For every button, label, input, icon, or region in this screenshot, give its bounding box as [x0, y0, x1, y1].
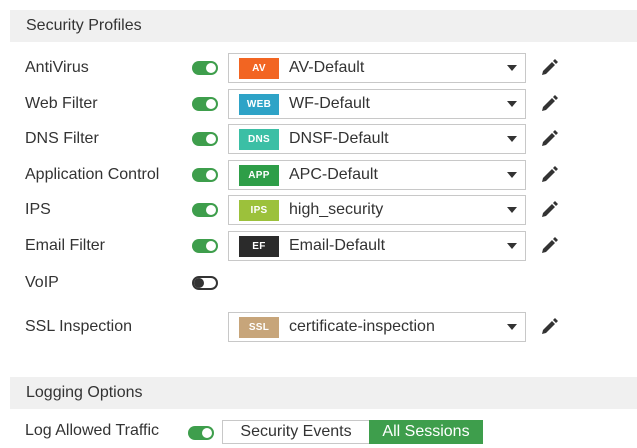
toggle-knob — [206, 99, 216, 109]
profile-label: AntiVirus — [25, 59, 89, 76]
caret-down-icon — [507, 172, 517, 178]
profile-label: Web Filter — [25, 95, 98, 112]
pencil-icon[interactable] — [538, 93, 560, 115]
profile-label: IPS — [25, 201, 51, 218]
ssl-inspection-profile-select[interactable]: SSL certificate-inspection — [228, 312, 526, 342]
dns-badge: DNS — [239, 129, 279, 150]
ips-toggle[interactable] — [192, 203, 218, 217]
profile-label: VoIP — [25, 274, 59, 291]
profile-row-antivirus: AntiVirus AV AV-Default — [0, 51, 637, 85]
caret-down-icon — [507, 101, 517, 107]
pencil-icon[interactable] — [538, 199, 560, 221]
select-value: DNSF-Default — [289, 130, 389, 147]
pencil-icon[interactable] — [538, 316, 560, 338]
ips-profile-select[interactable]: IPS high_security — [228, 195, 526, 225]
profile-row-voip: VoIP — [0, 266, 637, 300]
ssl-badge: SSL — [239, 317, 279, 338]
caret-down-icon — [507, 243, 517, 249]
app-badge: APP — [239, 165, 279, 186]
dns-filter-profile-select[interactable]: DNS DNSF-Default — [228, 124, 526, 154]
caret-down-icon — [507, 65, 517, 71]
ips-badge: IPS — [239, 200, 279, 221]
toggle-knob — [202, 428, 212, 438]
all-sessions-option[interactable]: All Sessions — [369, 420, 483, 444]
dns-filter-toggle[interactable] — [192, 132, 218, 146]
security-profiles-header: Security Profiles — [10, 10, 637, 42]
pencil-icon[interactable] — [538, 235, 560, 257]
caret-down-icon — [507, 324, 517, 330]
email-filter-profile-select[interactable]: EF Email-Default — [228, 231, 526, 261]
profile-row-application-control: Application Control APP APC-Default — [0, 158, 637, 192]
antivirus-profile-select[interactable]: AV AV-Default — [228, 53, 526, 83]
toggle-knob — [206, 134, 216, 144]
application-control-toggle[interactable] — [192, 168, 218, 182]
pencil-icon[interactable] — [538, 128, 560, 150]
profile-row-ips: IPS IPS high_security — [0, 193, 637, 227]
select-value: Email-Default — [289, 237, 386, 254]
profile-label: SSL Inspection — [25, 318, 133, 335]
web-filter-profile-select[interactable]: WEB WF-Default — [228, 89, 526, 119]
caret-down-icon — [507, 207, 517, 213]
profile-label: Application Control — [25, 166, 160, 183]
voip-toggle[interactable] — [192, 276, 218, 290]
antivirus-toggle[interactable] — [192, 61, 218, 75]
profile-label: DNS Filter — [25, 130, 99, 147]
profile-row-dns-filter: DNS Filter DNS DNSF-Default — [0, 122, 637, 156]
toggle-knob — [206, 170, 216, 180]
pencil-icon[interactable] — [538, 57, 560, 79]
application-control-profile-select[interactable]: APP APC-Default — [228, 160, 526, 190]
select-value: high_security — [289, 201, 384, 218]
log-allowed-traffic-toggle[interactable] — [188, 426, 214, 440]
web-badge: WEB — [239, 94, 279, 115]
select-value: APC-Default — [289, 166, 378, 183]
toggle-knob — [194, 278, 204, 288]
log-allowed-traffic-label: Log Allowed Traffic — [25, 422, 160, 439]
logging-options-header: Logging Options — [10, 377, 637, 409]
av-badge: AV — [239, 58, 279, 79]
toggle-knob — [206, 241, 216, 251]
profile-row-email-filter: Email Filter EF Email-Default — [0, 229, 637, 263]
select-value: AV-Default — [289, 59, 365, 76]
caret-down-icon — [507, 136, 517, 142]
profile-label: Email Filter — [25, 237, 106, 254]
select-value: WF-Default — [289, 95, 370, 112]
pencil-icon[interactable] — [538, 164, 560, 186]
web-filter-toggle[interactable] — [192, 97, 218, 111]
select-value: certificate-inspection — [289, 318, 435, 335]
toggle-knob — [206, 205, 216, 215]
security-events-option[interactable]: Security Events — [222, 420, 370, 444]
profile-row-web-filter: Web Filter WEB WF-Default — [0, 87, 637, 121]
email-filter-toggle[interactable] — [192, 239, 218, 253]
profile-row-ssl-inspection: SSL Inspection SSL certificate-inspectio… — [0, 310, 637, 344]
toggle-knob — [206, 63, 216, 73]
ef-badge: EF — [239, 236, 279, 257]
